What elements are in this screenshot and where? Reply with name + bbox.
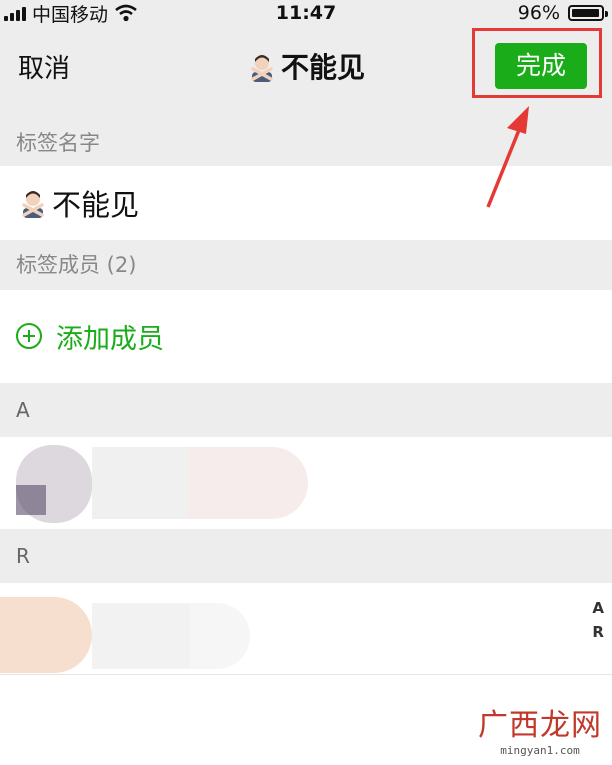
watermark: 广西龙网 mingyan1.com (478, 700, 602, 757)
watermark-title: 广西龙网 (478, 708, 602, 743)
red-arrow-icon (486, 106, 529, 208)
watermark-url: mingyan1.com (500, 744, 580, 757)
